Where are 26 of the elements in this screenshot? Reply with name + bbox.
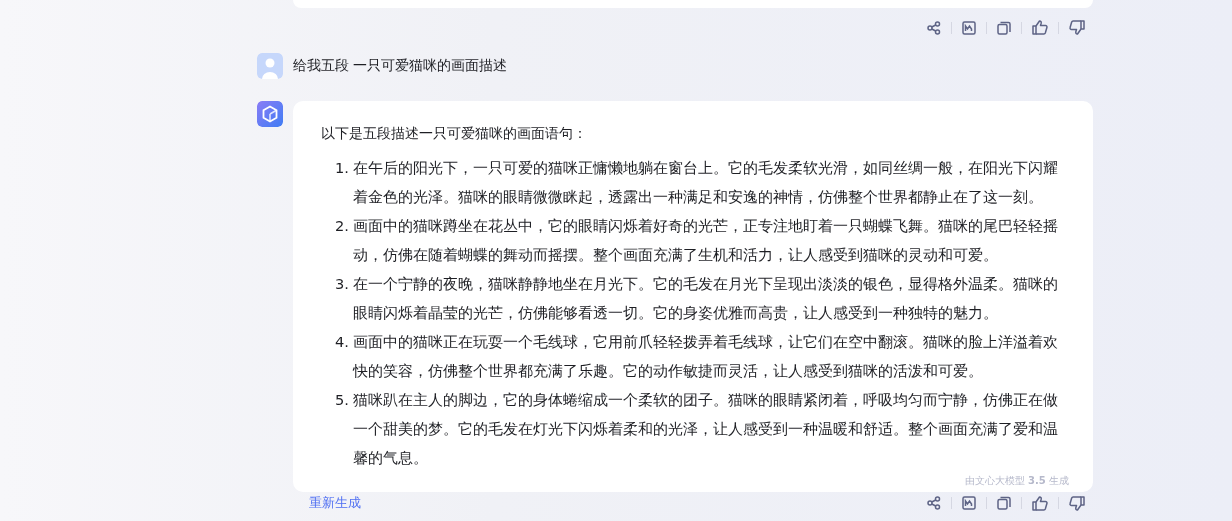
list-item-text: 画面中的猫咪蹲坐在花丛中，它的眼睛闪烁着好奇的光芒，正专注地盯着一只蝴蝶飞舞。猫咪的尾巴轻轻摇动，仿佛在随着蝴蝶的舞动而摇摆。整个画面充满了生机和活力，让人感受到猫咪的灵动和可爱。 — [353, 216, 1059, 265]
regenerate-link[interactable]: 重新生成 — [309, 494, 361, 512]
share-icon[interactable] — [927, 496, 941, 510]
list-number: 2. — [335, 216, 350, 236]
list-item-text: 在一个宁静的夜晚，猫咪静静地坐在月光下。它的毛发在月光下呈现出淡淡的银色，显得格外温柔。猫咪的眼睛闪烁着晶莹的光芒，仿佛能够看透一切。它的身姿优雅而高贵，让人感受到一种独特的魅力。 — [353, 274, 1059, 323]
copy-icon[interactable] — [997, 20, 1011, 35]
list-item-text: 在午后的阳光下，一只可爱的猫咪正慵懒地躺在窗台上。它的毛发柔软光滑，如同丝绸一般，在阳光下闪耀着金色的光泽。猫咪的眼睛微微眯起，透露出一种满足和安逸的神情，仿佛整个世界都静止在了这一刻。 — [353, 158, 1059, 207]
reply-intro: 以下是五段描述一只可爱猫咪的画面语句： — [321, 124, 588, 143]
list-number: 5. — [335, 390, 350, 410]
user-avatar-icon — [257, 53, 283, 79]
list-number: 4. — [335, 332, 350, 352]
list-item-text: 画面中的猫咪正在玩耍一个毛线球，它用前爪轻轻拨弄着毛线球，让它们在空中翻滚。猫咪的脸上洋溢着欢快的笑容，仿佛整个世界都充满了乐趣。它的动作敏捷而灵活，让人感受到猫咪的活泼和可爱。 — [353, 332, 1059, 381]
thumbs-down-icon[interactable] — [1069, 20, 1085, 35]
user-message: 给我五段 一只可爱猫咪的画面描述 — [293, 57, 508, 75]
model-note: 由文心大模型 3.5 生成 — [963, 474, 1069, 488]
image-icon[interactable] — [962, 20, 976, 35]
share-icon[interactable] — [927, 20, 941, 35]
list-item-text: 猫咪趴在主人的脚边，它的身体蜷缩成一个柔软的团子。猫咪的眼睛紧闭着，呼吸均匀而宁静，仿佛正在做一个甜美的梦。它的毛发在灯光下闪烁着柔和的光泽，让人感受到一种温暖和舒适。整个画面充满了爱和温馨的气息。 — [353, 390, 1059, 468]
list-number: 3. — [335, 274, 350, 294]
cube-logo-icon — [257, 101, 283, 127]
thumbs-up-icon[interactable] — [1032, 20, 1048, 35]
copy-icon[interactable] — [997, 496, 1011, 510]
image-icon[interactable] — [962, 496, 976, 510]
thumbs-down-icon[interactable] — [1069, 495, 1085, 511]
list-number: 1. — [335, 158, 350, 178]
thumbs-up-icon[interactable] — [1032, 495, 1048, 511]
